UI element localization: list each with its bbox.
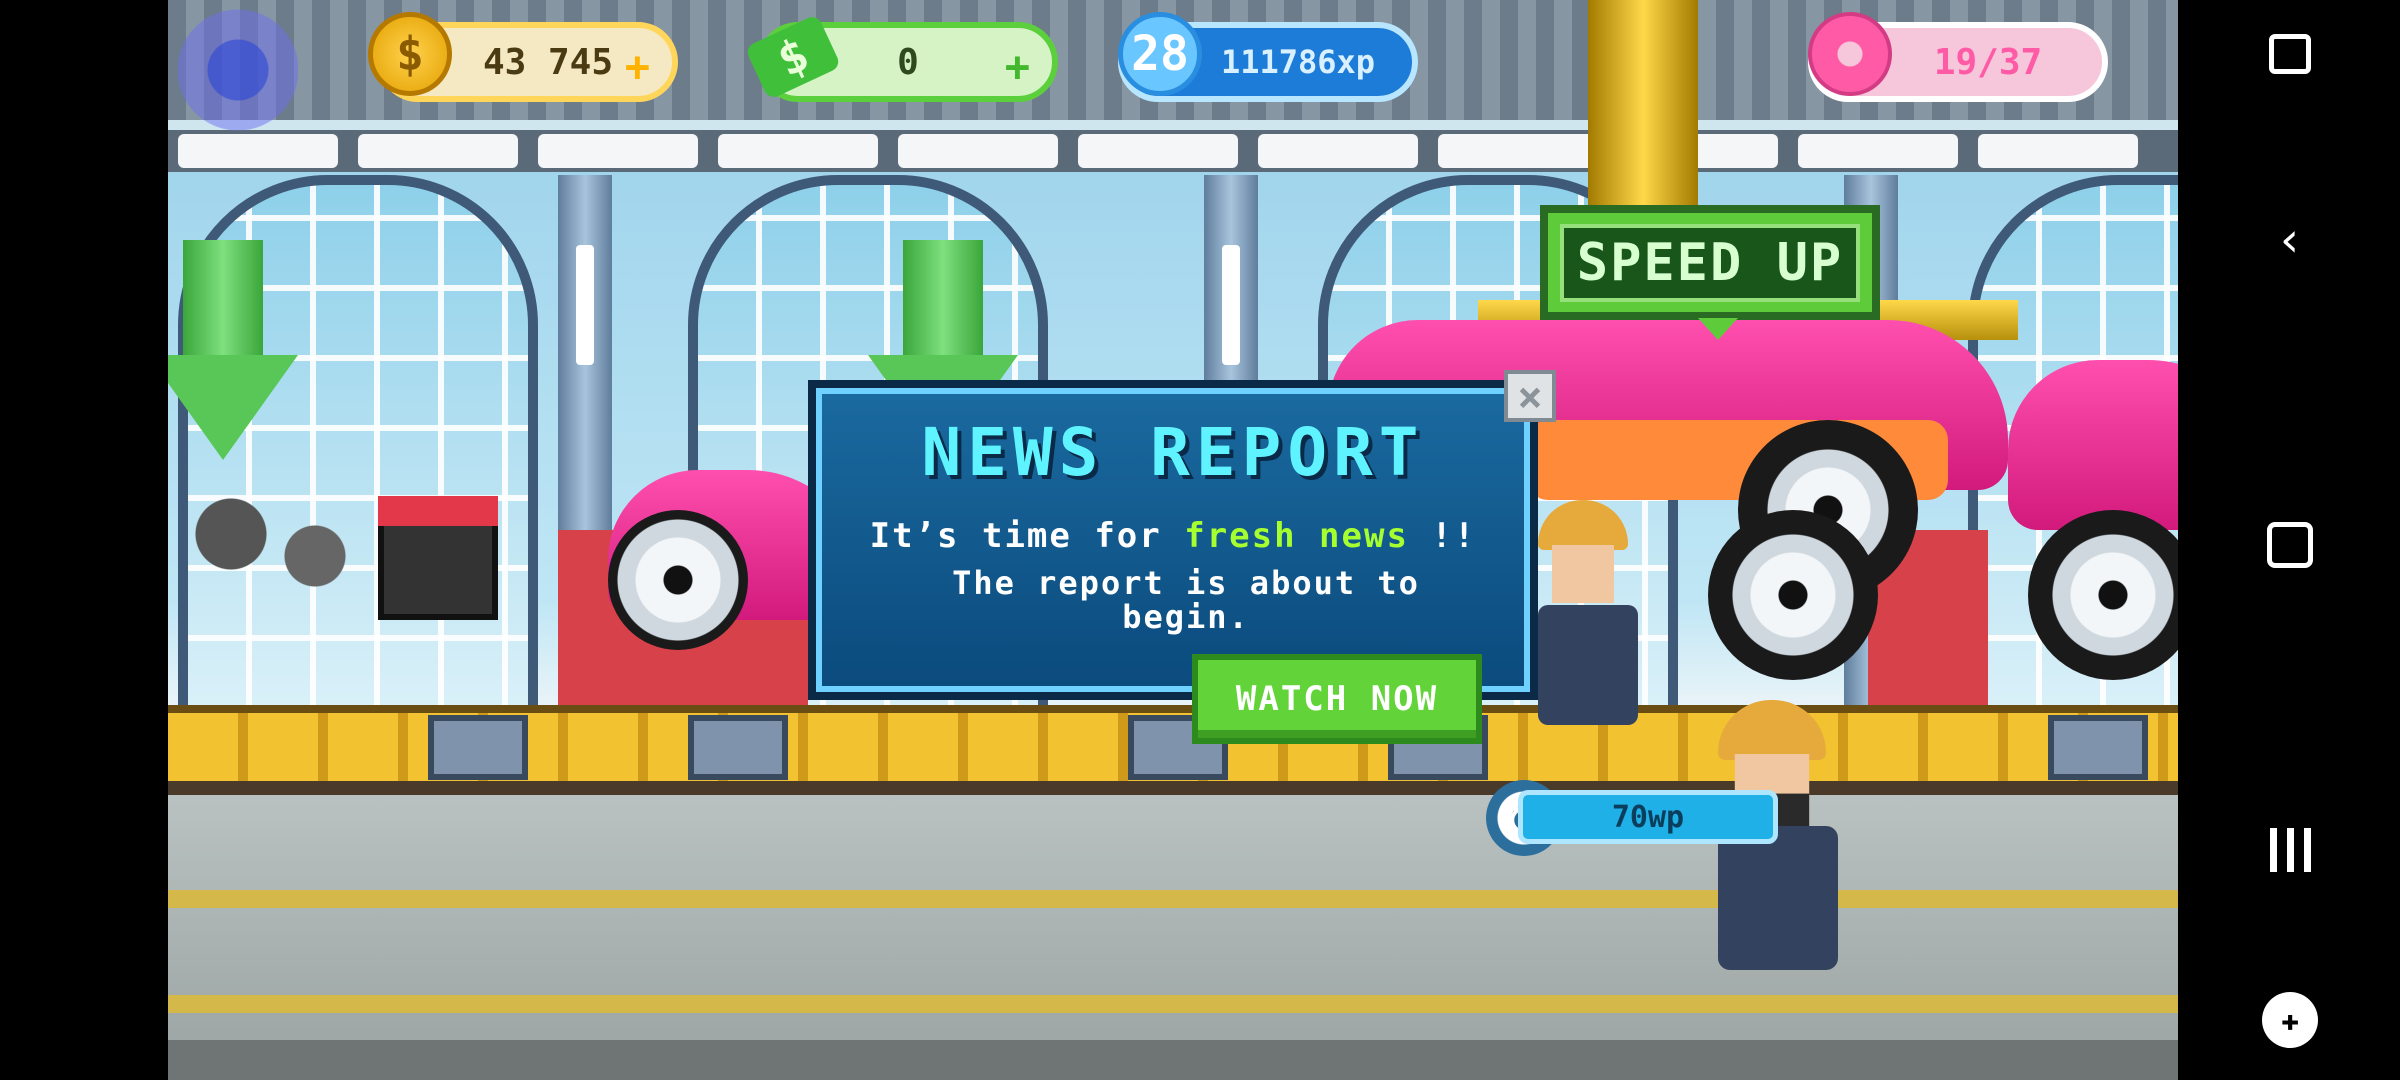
dialog-highlight: fresh news [1184,516,1409,556]
factory-floor [168,795,2178,1080]
car-parts [168,490,378,600]
game-tools-icon[interactable]: ✚ [2260,990,2320,1050]
coin-icon: $ [368,12,452,96]
back-icon[interactable]: ‹ [2260,210,2320,270]
ceiling-lights [168,130,2178,172]
donut-value: 19/37 [1933,41,2043,83]
home-icon[interactable] [2260,515,2320,575]
add-cash-button[interactable]: + [1005,42,1030,91]
game-viewport[interactable]: SPEED UP ⚙ 70wp 43 745 + $ 0 + $ 111786x… [168,0,2178,1080]
speed-up-label: SPEED UP [1560,223,1860,302]
conveyor-cart [428,715,528,780]
engine [378,496,498,620]
dialog-submessage: The report is about to begin. [952,564,1420,636]
recents-icon[interactable] [2260,820,2320,880]
dialog-title: NEWS REPORT [921,414,1425,491]
xp-value: 111786xp [1220,43,1376,81]
conveyor-cart [688,715,788,780]
work-progress-badge: 70wp [1518,790,1778,844]
system-nav-bar: ‹ ✚ [2178,0,2400,1080]
car-in-production[interactable] [2008,360,2178,530]
news-report-dialog: NEWS REPORT It’s time for fresh news !! … [808,370,1556,700]
speed-up-button[interactable]: SPEED UP [1540,205,1880,340]
cash-value: 0 [897,41,919,83]
lift-pylon [1588,0,1698,210]
floor-edge [168,1040,2178,1080]
coins-value: 43 745 [482,41,614,83]
car-wheel [1708,510,1878,680]
level-badge: 28 [1118,12,1202,96]
add-coins-button[interactable]: + [625,42,650,91]
paint-splash [178,0,298,140]
car-wheel [608,510,748,650]
dialog-message: It’s time for fresh news !! [869,516,1477,556]
donut-icon [1808,12,1892,96]
drop-arrow-icon[interactable] [168,240,298,470]
close-icon[interactable]: × [1504,370,1556,422]
watch-now-button[interactable]: WATCH NOW [1192,654,1482,744]
conveyor-cart [2048,715,2148,780]
screenshot-icon[interactable] [2260,24,2320,84]
work-progress-value: 70wp [1611,799,1685,835]
